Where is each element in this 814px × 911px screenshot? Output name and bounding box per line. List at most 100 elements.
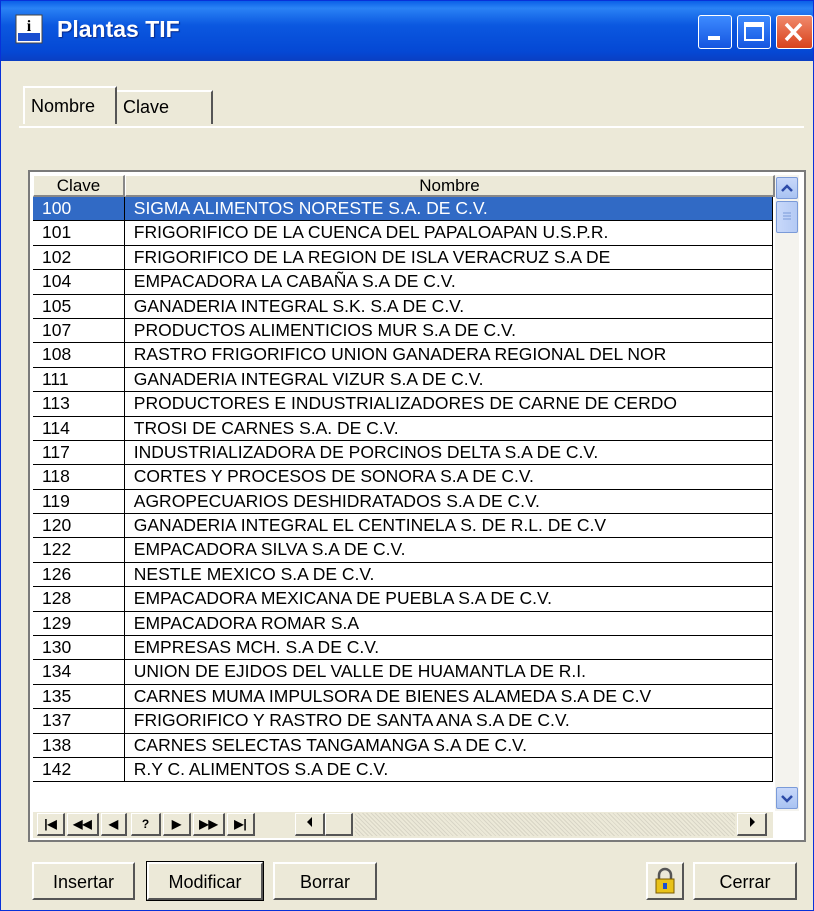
cell-clave[interactable]: 128 <box>33 587 125 612</box>
cell-clave[interactable]: 118 <box>33 465 125 490</box>
cell-clave[interactable]: 122 <box>33 538 125 563</box>
nav-next-button[interactable]: ▶ <box>163 813 191 836</box>
close-button[interactable]: Cerrar <box>693 862 797 900</box>
maximize-button[interactable] <box>737 15 771 49</box>
cell-nombre[interactable]: CARNES MUMA IMPULSORA DE BIENES ALAMEDA … <box>124 684 773 710</box>
nav-next-page-button[interactable]: ▶▶ <box>193 813 225 836</box>
cell-nombre[interactable]: FRIGORIFICO DE LA CUENCA DEL PAPALOAPAN … <box>124 221 773 246</box>
table-row[interactable]: 120 GANADERIA INTEGRAL EL CENTINELA S. DE… <box>33 514 773 539</box>
nav-first-button[interactable]: |◀ <box>37 813 65 836</box>
cell-nombre[interactable]: EMPACADORA LA CABAÑA S.A DE C.V. <box>124 270 773 295</box>
table-row[interactable]: 142 R.Y C. ALIMENTOS S.A DE C.V. <box>33 757 773 783</box>
cell-nombre[interactable]: TROSI DE CARNES S.A. DE C.V. <box>124 416 773 441</box>
nav-search-button[interactable]: ? <box>131 813 161 836</box>
cell-clave[interactable]: 142 <box>33 757 125 783</box>
cell-nombre[interactable]: INDUSTRIALIZADORA DE PORCINOS DELTA S.A … <box>124 440 773 466</box>
lock-button[interactable] <box>646 862 684 900</box>
cell-nombre[interactable]: RASTRO FRIGORIFICO UNION GANADERA REGION… <box>124 343 773 368</box>
hscroll-track[interactable] <box>355 813 735 836</box>
cell-clave[interactable]: 119 <box>33 489 125 515</box>
cell-nombre[interactable]: PRODUCTORES E INDUSTRIALIZADORES DE CARN… <box>124 392 773 417</box>
table-row[interactable]: 137 FRIGORIFICO Y RASTRO DE SANTA ANA S.A… <box>33 709 773 734</box>
table-row[interactable]: 114 TROSI DE CARNES S.A. DE C.V. <box>33 416 773 441</box>
nav-prior-page-button[interactable]: ◀◀ <box>67 813 99 836</box>
cell-nombre[interactable]: SIGMA ALIMENTOS NORESTE S.A. DE C.V. <box>124 197 773 222</box>
cell-clave[interactable]: 108 <box>33 343 125 368</box>
cell-nombre[interactable]: CARNES SELECTAS TANGAMANGA S.A DE C.V. <box>124 733 773 758</box>
cell-clave[interactable]: 101 <box>33 221 125 246</box>
cell-clave[interactable]: 137 <box>33 709 125 734</box>
cell-nombre[interactable]: GANADERIA INTEGRAL VIZUR S.A DE C.V. <box>124 367 773 393</box>
cell-clave[interactable]: 130 <box>33 636 125 661</box>
table-row[interactable]: 118 CORTES Y PROCESOS DE SONORA S.A DE C.… <box>33 465 773 490</box>
table-row[interactable]: 105 GANADERIA INTEGRAL S.K. S.A DE C.V. <box>33 294 773 319</box>
minimize-button[interactable] <box>698 15 732 49</box>
cell-nombre[interactable]: R.Y C. ALIMENTOS S.A DE C.V. <box>124 757 773 783</box>
cell-nombre[interactable]: PRODUCTOS ALIMENTICIOS MUR S.A DE C.V. <box>124 318 773 344</box>
hscroll-right-button[interactable] <box>737 813 767 836</box>
cell-nombre[interactable]: FRIGORIFICO DE LA REGION DE ISLA VERACRU… <box>124 245 773 271</box>
delete-button[interactable]: Borrar <box>273 862 377 900</box>
table-row[interactable]: 134 UNION DE EJIDOS DEL VALLE DE HUAMANTL… <box>33 660 773 685</box>
scroll-down-button[interactable] <box>776 787 798 809</box>
tab-nombre[interactable]: Nombre <box>23 86 117 124</box>
cell-nombre[interactable]: GANADERIA INTEGRAL S.K. S.A DE C.V. <box>124 294 773 319</box>
tab-clave[interactable]: Clave <box>117 90 213 124</box>
cell-clave[interactable]: 100 <box>33 197 125 222</box>
cell-nombre[interactable]: FRIGORIFICO Y RASTRO DE SANTA ANA S.A DE… <box>124 709 773 734</box>
scroll-up-button[interactable] <box>776 177 798 199</box>
table-row[interactable]: 122 EMPACADORA SILVA S.A DE C.V. <box>33 538 773 563</box>
table-row[interactable]: 126 NESTLE MEXICO S.A DE C.V. <box>33 562 773 588</box>
cell-nombre[interactable]: EMPACADORA MEXICANA DE PUEBLA S.A DE C.V… <box>124 587 773 612</box>
close-window-button[interactable] <box>776 15 813 49</box>
cell-nombre[interactable]: UNION DE EJIDOS DEL VALLE DE HUAMANTLA D… <box>124 660 773 685</box>
table-row[interactable]: 111 GANADERIA INTEGRAL VIZUR S.A DE C.V. <box>33 367 773 393</box>
table-row[interactable]: 108 RASTRO FRIGORIFICO UNION GANADERA REG… <box>33 343 773 368</box>
table-row[interactable]: 102 FRIGORIFICO DE LA REGION DE ISLA VERA… <box>33 245 773 271</box>
table-row[interactable]: 130 EMPRESAS MCH. S.A DE C.V. <box>33 636 773 661</box>
cell-nombre[interactable]: AGROPECUARIOS DESHIDRATADOS S.A DE C.V. <box>124 489 773 515</box>
cell-clave[interactable]: 138 <box>33 733 125 758</box>
cell-clave[interactable]: 126 <box>33 562 125 588</box>
table-row[interactable]: 107 PRODUCTOS ALIMENTICIOS MUR S.A DE C.V… <box>33 318 773 344</box>
cell-clave[interactable]: 135 <box>33 684 125 710</box>
modify-button[interactable]: Modificar <box>146 861 264 901</box>
insert-button[interactable]: Insertar <box>32 862 135 900</box>
cell-nombre[interactable]: EMPACADORA SILVA S.A DE C.V. <box>124 538 773 563</box>
title-bar[interactable]: i Plantas TIF <box>1 1 813 61</box>
table-row[interactable]: 100 SIGMA ALIMENTOS NORESTE S.A. DE C.V. <box>33 197 773 222</box>
table-row[interactable]: 119 AGROPECUARIOS DESHIDRATADOS S.A DE C.… <box>33 489 773 515</box>
nav-last-button[interactable]: ▶| <box>227 813 255 836</box>
column-header-clave[interactable]: Clave <box>33 175 125 197</box>
cell-nombre[interactable]: GANADERIA INTEGRAL EL CENTINELA S. DE R.… <box>124 514 773 539</box>
plants-grid[interactable]: Clave Nombre 100 SIGMA ALIMENTOS NORESTE … <box>28 170 806 842</box>
cell-clave[interactable]: 105 <box>33 294 125 319</box>
cell-clave[interactable]: 111 <box>33 367 125 393</box>
cell-nombre[interactable]: EMPRESAS MCH. S.A DE C.V. <box>124 636 773 661</box>
hscroll-thumb[interactable] <box>325 813 353 836</box>
hscroll-left-button[interactable] <box>295 813 325 836</box>
cell-clave[interactable]: 114 <box>33 416 125 441</box>
cell-clave[interactable]: 129 <box>33 611 125 637</box>
table-row[interactable]: 135 CARNES MUMA IMPULSORA DE BIENES ALAME… <box>33 684 773 710</box>
table-row[interactable]: 117 INDUSTRIALIZADORA DE PORCINOS DELTA S… <box>33 440 773 466</box>
cell-clave[interactable]: 113 <box>33 392 125 417</box>
cell-clave[interactable]: 107 <box>33 318 125 344</box>
cell-clave[interactable]: 120 <box>33 514 125 539</box>
table-row[interactable]: 104 EMPACADORA LA CABAÑA S.A DE C.V. <box>33 270 773 295</box>
cell-clave[interactable]: 134 <box>33 660 125 685</box>
table-row[interactable]: 113 PRODUCTORES E INDUSTRIALIZADORES DE C… <box>33 392 773 417</box>
nav-prior-button[interactable]: ◀ <box>101 813 127 836</box>
column-header-nombre[interactable]: Nombre <box>125 175 775 197</box>
scroll-thumb[interactable] <box>776 201 798 233</box>
cell-nombre[interactable]: CORTES Y PROCESOS DE SONORA S.A DE C.V. <box>124 465 773 490</box>
cell-nombre[interactable]: EMPACADORA ROMAR S.A <box>124 611 773 637</box>
table-row[interactable]: 138 CARNES SELECTAS TANGAMANGA S.A DE C.V… <box>33 733 773 758</box>
table-row[interactable]: 128 EMPACADORA MEXICANA DE PUEBLA S.A DE … <box>33 587 773 612</box>
table-row[interactable]: 101 FRIGORIFICO DE LA CUENCA DEL PAPALOAP… <box>33 221 773 246</box>
cell-clave[interactable]: 117 <box>33 440 125 466</box>
cell-clave[interactable]: 102 <box>33 245 125 271</box>
table-row[interactable]: 129 EMPACADORA ROMAR S.A <box>33 611 773 637</box>
vertical-scrollbar[interactable] <box>775 175 799 811</box>
cell-nombre[interactable]: NESTLE MEXICO S.A DE C.V. <box>124 562 773 588</box>
